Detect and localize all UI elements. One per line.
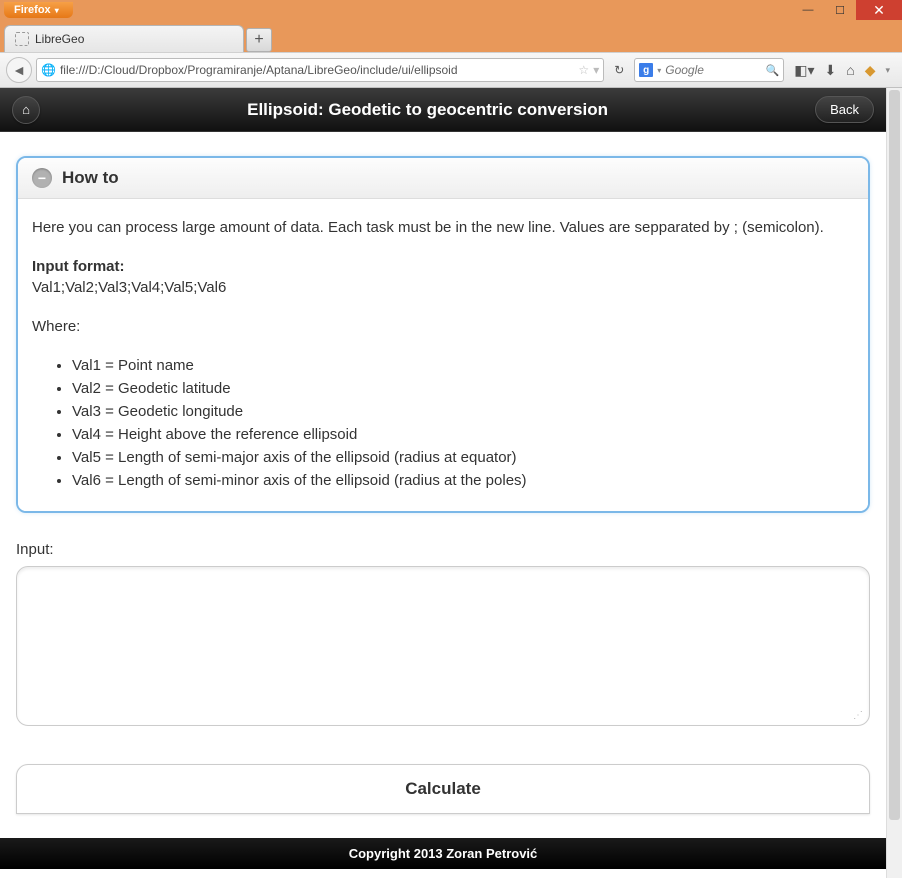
howto-panel: − How to Here you can process large amou… [16,156,870,513]
collapse-icon: − [32,168,52,188]
url-input[interactable] [60,63,574,77]
page: ⌂ Ellipsoid: Geodetic to geocentric conv… [0,88,886,878]
format-value: Val1;Val2;Val3;Val4;Val5;Val6 [32,279,226,296]
list-item: Val5 = Length of semi-major axis of the … [72,447,854,468]
close-button[interactable]: ✕ [856,0,902,20]
window-controls: — ☐ ✕ [792,0,902,20]
bookmark-dropdown-icon[interactable]: ◧▾ [794,62,814,79]
scrollbar-thumb[interactable] [889,90,900,820]
globe-icon: 🌐 [41,63,56,77]
app-home-button[interactable]: ⌂ [12,96,40,124]
maximize-button[interactable]: ☐ [824,0,856,20]
format-label: Input format: [32,258,124,275]
scrollbar[interactable] [886,88,902,878]
window-titlebar: Firefox — ☐ ✕ [0,0,902,20]
search-dropdown-icon[interactable]: ▾ [657,66,661,75]
list-item: Val2 = Geodetic latitude [72,378,854,399]
resize-grip-icon[interactable]: ⋰ [853,710,863,721]
search-icon[interactable]: 🔍 [766,64,780,77]
list-item: Val6 = Length of semi-minor axis of the … [72,470,854,491]
calculate-button-wrap: Calculate [16,764,870,814]
browser-back-button[interactable]: ◄ [6,57,32,83]
content-body: − How to Here you can process large amou… [0,132,886,838]
list-item: Val4 = Height above the reference ellips… [72,424,854,445]
firefox-menu-button[interactable]: Firefox [4,2,73,18]
toolbar-dropdown-icon[interactable]: ▾ [885,65,890,76]
calculate-button[interactable]: Calculate [16,764,870,814]
navigation-bar: ◄ 🌐 ☆ ▾ ↻ g ▾ 🔍 ◧▾ ⬇ ⌂ ◆ ▾ [0,52,902,88]
bookmark-star-icon[interactable]: ☆ [578,63,589,77]
search-box[interactable]: g ▾ 🔍 [634,58,784,82]
howto-body: Here you can process large amount of dat… [18,199,868,511]
google-icon: g [639,63,653,77]
tab-title: LibreGeo [35,32,84,46]
toolbar-icons: ◧▾ ⬇ ⌂ ◆ ▾ [788,62,896,79]
where-label: Where: [32,316,854,337]
input-textarea[interactable]: ⋰ [16,566,870,726]
downloads-icon[interactable]: ⬇ [824,62,836,79]
howto-intro: Here you can process large amount of dat… [32,217,854,238]
home-icon: ⌂ [22,102,30,117]
url-bar[interactable]: 🌐 ☆ ▾ [36,58,604,82]
input-label: Input: [16,541,870,558]
howto-header[interactable]: − How to [18,158,868,199]
content-wrap: ⌂ Ellipsoid: Geodetic to geocentric conv… [0,88,902,878]
page-title: Ellipsoid: Geodetic to geocentric conver… [40,100,815,120]
list-item: Val1 = Point name [72,355,854,376]
search-input[interactable] [665,63,761,77]
howto-title: How to [62,168,119,188]
list-item: Val3 = Geodetic longitude [72,401,854,422]
app-back-button[interactable]: Back [815,96,874,123]
minimize-button[interactable]: — [792,0,824,20]
app-header: ⌂ Ellipsoid: Geodetic to geocentric conv… [0,88,886,132]
url-dropdown-icon[interactable]: ▾ [593,63,599,77]
value-definitions-list: Val1 = Point name Val2 = Geodetic latitu… [32,355,854,491]
app-footer: Copyright 2013 Zoran Petrović [0,838,886,869]
browser-tab[interactable]: LibreGeo [4,25,244,52]
tab-strip: LibreGeo + [0,20,902,52]
favicon-icon [15,32,29,46]
new-tab-button[interactable]: + [246,28,272,52]
reload-button[interactable]: ↻ [608,59,630,81]
home-icon[interactable]: ⌂ [846,62,854,78]
addon-icon[interactable]: ◆ [865,62,876,79]
